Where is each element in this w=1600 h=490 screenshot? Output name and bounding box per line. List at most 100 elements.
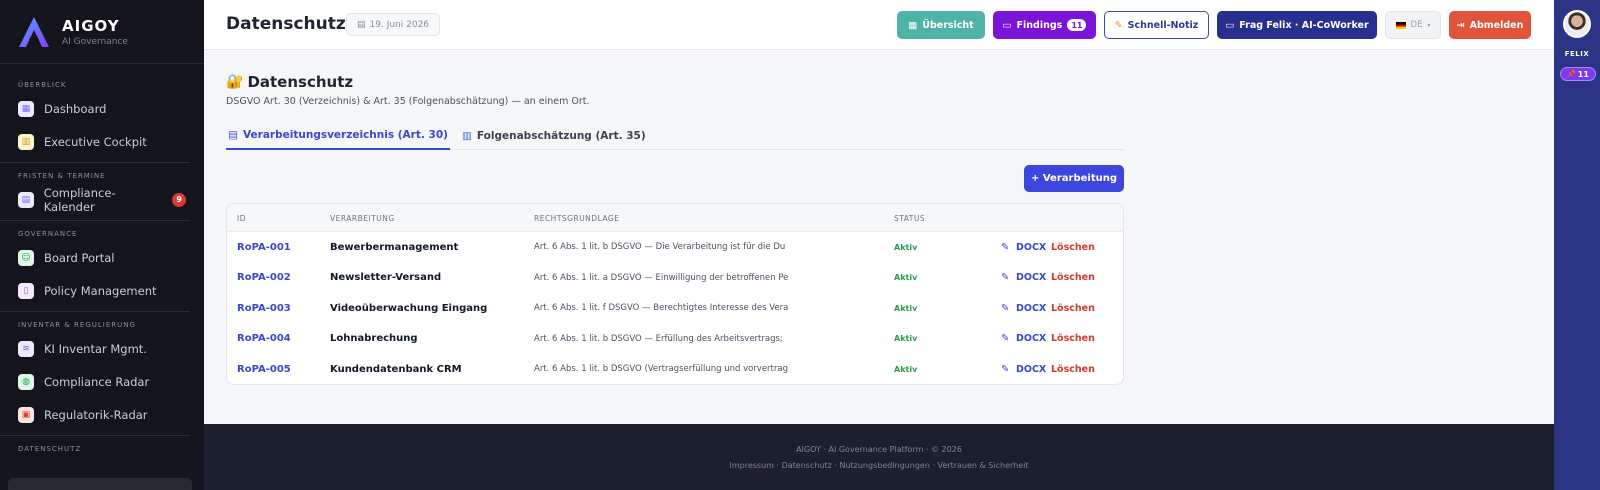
ask-felix-label: Frag Felix · AI-CoWorker — [1239, 19, 1369, 31]
brand-name: AIGOY — [62, 16, 120, 35]
chat-icon: ▭ — [1225, 19, 1235, 31]
section-label-overview: ÜBERBLICK — [18, 81, 67, 89]
docx-export-button[interactable]: DOCX — [1016, 324, 1046, 354]
main-content: 🔐 Datenschutz DSGVO Art. 30 (Verzeichnis… — [204, 51, 1554, 424]
quick-note-label: Schnell-Notiz — [1127, 19, 1199, 31]
felix-task-count: 11 — [1577, 69, 1589, 79]
column-header-name: VERARBEITUNG — [330, 213, 395, 223]
table-header: ID VERARBEITUNG RECHTSGRUNDLAGE STATUS — [227, 204, 1123, 232]
section-label-privacy: DATENSCHUTZ — [18, 445, 82, 453]
delete-button[interactable]: Löschen — [1051, 354, 1095, 384]
language-label: DE — [1410, 20, 1423, 30]
sidebar-item-regulatorik-radar[interactable]: ▣ Regulatorik-Radar — [0, 398, 204, 431]
aigoy-logo-icon — [19, 16, 49, 47]
findings-count-badge: 11 — [1067, 19, 1087, 31]
sidebar-item-ki-inventar[interactable]: ≋ KI Inventar Mgmt. — [0, 332, 204, 365]
users-icon: ☺ — [18, 249, 34, 266]
status-badge: Aktiv — [894, 303, 918, 313]
language-select[interactable]: DE ▾ — [1385, 11, 1441, 39]
edit-icon[interactable]: ✎ — [1001, 354, 1009, 384]
felix-rail: FELIX 📌 11 — [1554, 0, 1600, 490]
pin-icon: 📌 — [1567, 70, 1576, 78]
quick-note-button[interactable]: ✎ Schnell-Notiz — [1104, 11, 1209, 39]
grid-icon: ▦ — [18, 100, 34, 117]
top-header: Datenschutz ▤ 19. Juni 2026 ▦ Übersicht … — [204, 0, 1554, 50]
delete-button[interactable]: Löschen — [1051, 293, 1095, 323]
sidebar-item-label: KI Inventar Mgmt. — [44, 341, 147, 356]
row-id-link[interactable]: RoPA-003 — [237, 293, 291, 323]
tab-folgenabschaetzung[interactable]: ▥ Folgenabschätzung (Art. 35) — [462, 121, 646, 150]
sidebar-item-compliance-radar[interactable]: ◍ Compliance Radar — [0, 365, 204, 398]
row-name: Newsletter-Versand — [330, 272, 442, 284]
sidebar-item-policy-management[interactable]: ▯ Policy Management — [0, 274, 204, 307]
edit-icon[interactable]: ✎ — [1001, 232, 1009, 262]
felix-avatar[interactable] — [1563, 10, 1591, 38]
calendar-icon: ▤ — [357, 19, 366, 30]
overview-label: Übersicht — [922, 19, 974, 31]
row-name: Bewerbermanagement — [330, 241, 459, 253]
edit-icon[interactable]: ✎ — [1001, 324, 1009, 354]
sidebar-item-datenschutz-active[interactable] — [8, 478, 192, 490]
docx-export-button[interactable]: DOCX — [1016, 293, 1046, 323]
row-id-link[interactable]: RoPA-002 — [237, 263, 291, 293]
sidebar-item-board-portal[interactable]: ☺ Board Portal — [0, 241, 204, 274]
add-processing-button[interactable]: + Verarbeitung — [1024, 165, 1124, 192]
table-row: RoPA-002 Newsletter-Versand Art. 6 Abs. 1 … — [227, 263, 1123, 294]
sidebar: AIGOY AI Governance ÜBERBLICK ▦ Dashboar… — [0, 0, 204, 490]
section-label-inventory: INVENTAR & REGULIERUNG — [18, 321, 136, 329]
clipboard-icon: ▣ — [18, 406, 34, 423]
edit-icon[interactable]: ✎ — [1001, 293, 1009, 323]
tab-label: Verarbeitungsverzeichnis (Art. 30) — [243, 128, 448, 141]
docx-export-button[interactable]: DOCX — [1016, 232, 1046, 262]
row-name: Videoüberwachung Eingang — [330, 302, 488, 314]
row-id-link[interactable]: RoPA-001 — [237, 232, 291, 262]
tab-label: Folgenabschätzung (Art. 35) — [476, 129, 646, 142]
table-row: RoPA-004 Lohnabrechung Art. 6 Abs. 1 lit. … — [227, 324, 1123, 355]
status-badge: Aktiv — [894, 242, 918, 252]
sidebar-item-compliance-calendar[interactable]: ▤ Compliance-Kalender 9 — [0, 183, 204, 216]
divider — [0, 162, 190, 163]
edit-icon[interactable]: ✎ — [1001, 263, 1009, 293]
table-row: RoPA-001 Bewerbermanagement Art. 6 Abs. 1 … — [227, 232, 1123, 263]
row-legal-basis: Art. 6 Abs. 1 lit. f DSGVO — Berechtigte… — [534, 303, 789, 314]
logout-button[interactable]: ⇥ Abmelden — [1449, 11, 1531, 39]
delete-button[interactable]: Löschen — [1051, 232, 1095, 262]
felix-task-chip[interactable]: 📌 11 — [1560, 67, 1596, 81]
tab-verarbeitungsverzeichnis[interactable]: ▤ Verarbeitungsverzeichnis (Art. 30) — [226, 121, 450, 150]
section-label-deadlines: FRISTEN & TERMINE — [18, 172, 106, 180]
delete-button[interactable]: Löschen — [1051, 263, 1095, 293]
table-row: RoPA-005 Kundendatenbank CRM Art. 6 Abs. 1… — [227, 354, 1123, 384]
column-header-basis: RECHTSGRUNDLAGE — [534, 213, 620, 223]
sidebar-item-dashboard[interactable]: ▦ Dashboard — [0, 92, 204, 125]
chat-icon: ▭ — [1002, 19, 1012, 31]
row-legal-basis: Art. 6 Abs. 1 lit. a DSGVO — Einwilligun… — [534, 272, 789, 283]
row-name: Lohnabrechung — [330, 333, 418, 345]
row-legal-basis: Art. 6 Abs. 1 lit. b DSGVO (Vertragserfü… — [534, 364, 788, 375]
brand[interactable]: AIGOY AI Governance — [0, 0, 204, 64]
section-title-text: Datenschutz — [247, 73, 354, 91]
footer-links[interactable]: Impressum · Datenschutz · Nutzungsbeding… — [204, 461, 1554, 470]
row-id-link[interactable]: RoPA-004 — [237, 324, 291, 354]
page-title: Datenschutz — [226, 14, 346, 34]
findings-label: Findings — [1016, 19, 1063, 31]
docx-export-button[interactable]: DOCX — [1016, 263, 1046, 293]
ask-felix-button[interactable]: ▭ Frag Felix · AI-CoWorker — [1217, 11, 1377, 39]
chart-icon: ▥ — [462, 129, 472, 142]
sidebar-item-label: Board Portal — [44, 250, 115, 265]
overview-button[interactable]: ▦ Übersicht — [897, 11, 985, 39]
status-badge: Aktiv — [894, 364, 918, 374]
section-label-governance: GOVERNANCE — [18, 230, 78, 238]
database-icon: ≋ — [18, 340, 34, 357]
logout-icon: ⇥ — [1456, 19, 1465, 31]
findings-button[interactable]: ▭ Findings 11 — [993, 11, 1096, 39]
divider — [0, 311, 190, 312]
row-id-link[interactable]: RoPA-005 — [237, 354, 291, 384]
column-header-id: ID — [237, 213, 246, 223]
divider — [0, 435, 190, 436]
chart-icon: ▥ — [18, 133, 34, 150]
row-legal-basis: Art. 6 Abs. 1 lit. b DSGVO — Erfüllung d… — [534, 333, 783, 344]
docx-export-button[interactable]: DOCX — [1016, 354, 1046, 384]
delete-button[interactable]: Löschen — [1051, 324, 1095, 354]
grid-icon: ▦ — [908, 19, 918, 31]
sidebar-item-executive-cockpit[interactable]: ▥ Executive Cockpit — [0, 125, 204, 158]
